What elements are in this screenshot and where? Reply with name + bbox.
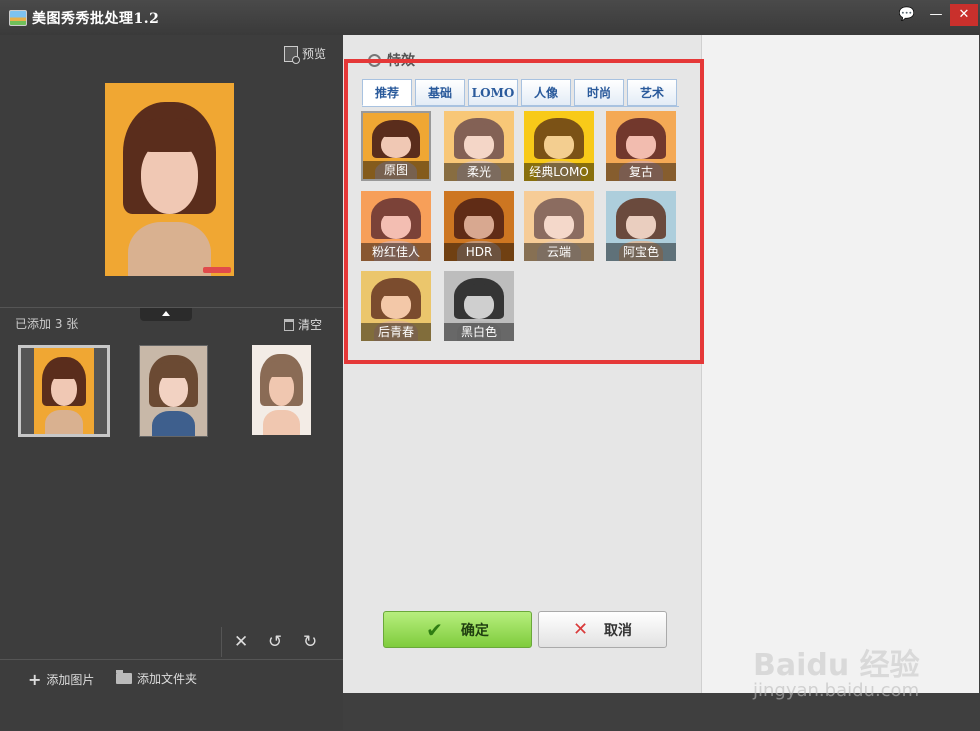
effect-soft-light[interactable]: 柔光	[444, 111, 514, 181]
tab-underline	[362, 106, 679, 107]
effect-label: 云端	[524, 243, 594, 261]
app-icon	[9, 10, 27, 26]
effect-label: 原图	[363, 161, 429, 179]
effect-label: 柔光	[444, 163, 514, 181]
preview-label: 预览	[301, 47, 326, 61]
effect-label: 后青春	[361, 323, 431, 341]
tab-portrait[interactable]: 人像	[521, 79, 571, 106]
check-icon: ✔	[426, 617, 443, 642]
minimize-button[interactable]: —	[924, 4, 948, 26]
delete-icon[interactable]: ✕	[234, 632, 248, 652]
bangs-shape	[267, 361, 296, 378]
thumbnail-2[interactable]	[139, 345, 208, 437]
title-bar: 美图秀秀批处理1.2 💬 — ✕	[0, 0, 980, 35]
effect-classic-lomo[interactable]: 经典LOMO	[524, 111, 594, 181]
tab-recommended[interactable]: 推荐	[362, 79, 412, 106]
confirm-label: 确定	[460, 622, 489, 639]
effect-label: 复古	[606, 163, 676, 181]
add-folder-label: 添加文件夹	[137, 672, 198, 686]
watermark: Baidu 经验 jingyan.baidu.com	[753, 640, 920, 701]
feedback-icon[interactable]: 💬	[895, 4, 919, 26]
rotate-right-icon[interactable]: ↻	[303, 632, 317, 652]
thumbnail-3[interactable]	[252, 345, 311, 435]
add-image-button[interactable]: + 添加图片	[28, 670, 94, 689]
left-pane: 预览 已添加 3 张 清空 + 添加图片 添加文件夹	[0, 35, 343, 730]
tab-basic[interactable]: 基础	[415, 79, 465, 106]
effect-cloud[interactable]: 云端	[524, 191, 594, 261]
effect-original[interactable]: 原图	[361, 111, 431, 181]
rotate-left-icon[interactable]: ↺	[268, 632, 282, 652]
effect-label: HDR	[444, 243, 514, 261]
effect-retro[interactable]: 复古	[606, 111, 676, 181]
bangs-shape	[462, 283, 496, 297]
bangs-shape	[138, 117, 201, 153]
effect-label: 黑白色	[444, 323, 514, 341]
effect-abao[interactable]: 阿宝色	[606, 191, 676, 261]
thumbnail-1[interactable]	[18, 345, 110, 437]
preview-icon	[283, 45, 300, 64]
watermark-url: jingyan.baidu.com	[753, 680, 920, 701]
tab-lomo[interactable]: LOMO	[468, 79, 518, 106]
effect-post-youth[interactable]: 后青春	[361, 271, 431, 341]
bangs-shape	[49, 363, 79, 379]
body-shape	[44, 409, 84, 434]
clear-label: 清空	[297, 318, 322, 332]
right-pane	[701, 35, 979, 693]
bangs-shape	[157, 362, 190, 379]
tab-fashion[interactable]: 时尚	[574, 79, 624, 106]
added-count: 已添加 3 张	[15, 317, 79, 331]
effect-label: 经典LOMO	[524, 163, 594, 181]
effect-hdr[interactable]: HDR	[444, 191, 514, 261]
cancel-button[interactable]: ✕ 取消	[538, 611, 667, 648]
collapse-toggle-button[interactable]	[140, 308, 192, 321]
preview-button[interactable]: 预览	[283, 45, 326, 64]
effect-black-white[interactable]: 黑白色	[444, 271, 514, 341]
add-folder-button[interactable]: 添加文件夹	[116, 670, 197, 687]
effect-pink-lady[interactable]: 粉红佳人	[361, 191, 431, 261]
meitu-logo	[203, 267, 231, 273]
effect-label: 阿宝色	[606, 243, 676, 261]
main-preview-image	[105, 83, 234, 276]
effect-label: 粉红佳人	[361, 243, 431, 261]
bangs-shape	[380, 124, 412, 137]
confirm-button[interactable]: ✔ 确定	[383, 611, 532, 648]
bottom-toolbar: + 添加图片 添加文件夹	[0, 659, 343, 731]
folder-icon	[116, 670, 132, 684]
trash-icon	[283, 318, 294, 331]
close-button[interactable]: ✕	[950, 4, 978, 26]
body-shape	[128, 221, 211, 276]
effects-tabs: 推荐 基础 LOMO 人像 时尚 艺术	[362, 79, 677, 106]
clear-button[interactable]: 清空	[283, 316, 322, 333]
body-shape	[152, 410, 195, 436]
plus-icon: +	[28, 670, 42, 689]
add-image-label: 添加图片	[46, 673, 95, 687]
toolbar-separator	[221, 627, 222, 657]
body-shape	[262, 409, 301, 435]
cancel-label: 取消	[604, 622, 633, 639]
tab-art[interactable]: 艺术	[627, 79, 677, 106]
window-title: 美图秀秀批处理1.2	[32, 11, 160, 27]
baidu-logo: Baidu 经验	[753, 648, 920, 683]
cross-icon: ✕	[572, 619, 589, 640]
